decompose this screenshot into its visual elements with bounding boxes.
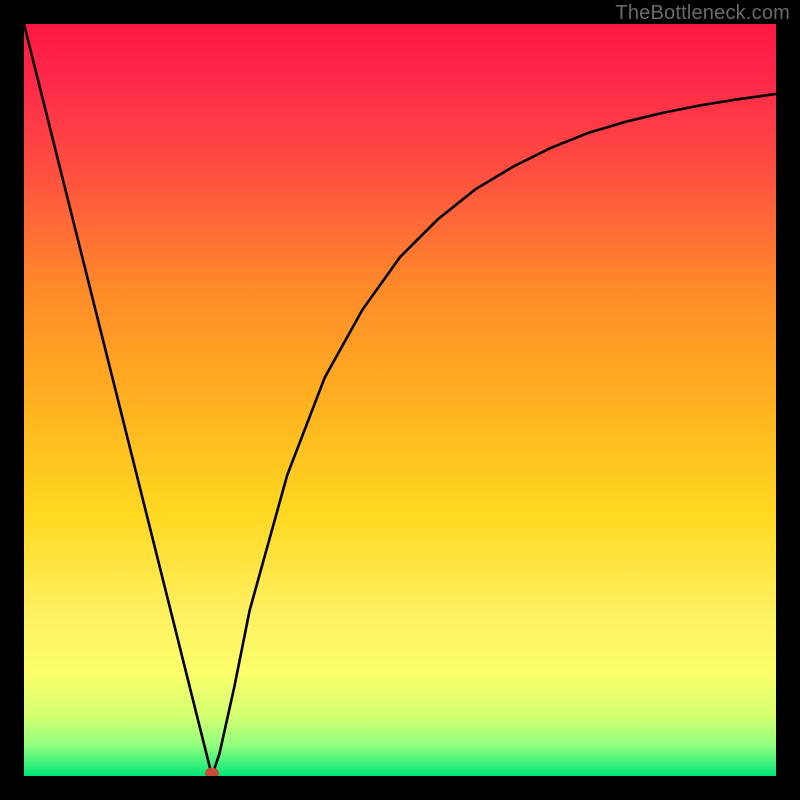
chart-frame: TheBottleneck.com [0, 0, 800, 800]
attribution-text: TheBottleneck.com [615, 2, 790, 25]
bottleneck-curve [24, 24, 776, 776]
optimal-marker [205, 768, 219, 776]
plot-area [24, 24, 776, 776]
curve-layer [24, 24, 776, 776]
